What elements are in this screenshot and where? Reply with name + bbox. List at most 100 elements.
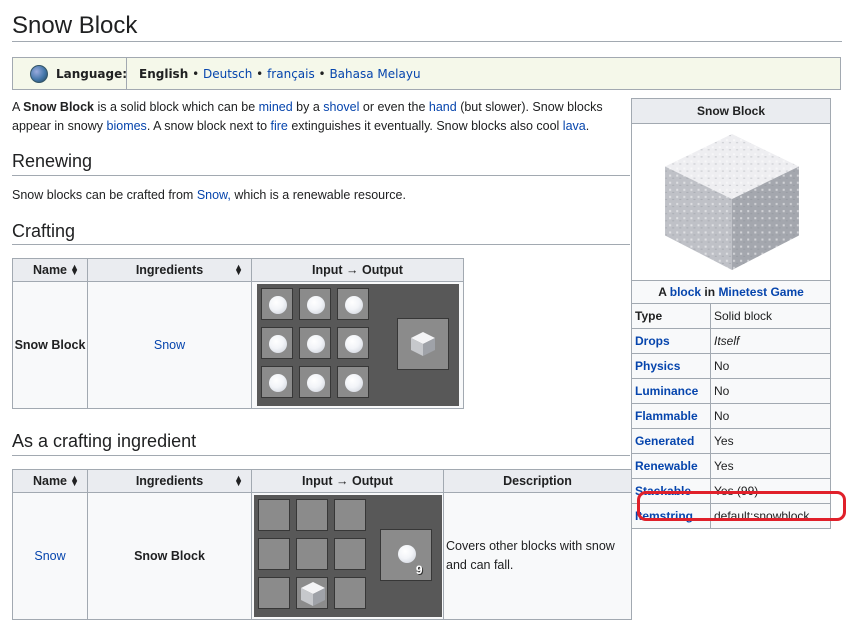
infobox-value: Solid block — [714, 309, 773, 323]
infobox-key-link[interactable]: Generated — [632, 429, 711, 453]
link-block[interactable]: block — [670, 285, 701, 299]
grid-slot — [336, 288, 369, 320]
table-header-row: Name ▲ ▼ Ingredients ▲ ▼ Input → Output — [12, 258, 464, 282]
table-header-row: Name ▲ ▼ Ingredients ▲ ▼ Input → Output Desc… — [12, 469, 632, 493]
column-header-name[interactable]: Name ▲ ▼ — [12, 469, 88, 493]
item-name-cell: Snow — [12, 492, 88, 620]
infobox-row-drops: Drops Itself — [632, 329, 830, 354]
snowball-icon — [306, 296, 325, 314]
link-shovel[interactable]: shovel — [323, 100, 359, 114]
snowball-icon — [306, 374, 325, 392]
item-ingredient: Snow Block — [87, 492, 252, 620]
link-lava[interactable]: lava — [563, 119, 586, 133]
infobox-row-generated: Generated Yes — [632, 429, 830, 454]
sort-icon[interactable]: ▲ ▼ — [70, 263, 79, 277]
ingredient-divider — [12, 455, 630, 456]
grid-slot — [298, 366, 331, 398]
infobox-key-link[interactable]: Luminance — [632, 379, 711, 403]
snowball-icon — [306, 335, 325, 353]
snow-block-image — [665, 134, 799, 270]
heading-renewing: Renewing — [12, 151, 93, 171]
grid-slot — [333, 538, 366, 570]
sort-icon[interactable]: ▲ ▼ — [70, 474, 79, 488]
title-divider — [12, 41, 842, 42]
item-description: Covers other blocks with snow and can fa… — [443, 492, 632, 620]
table-row: Snow Block Snow — [12, 281, 464, 409]
crafting-divider — [12, 244, 630, 245]
grid-slot — [336, 327, 369, 359]
infobox-key: Type — [632, 304, 711, 328]
snowball-icon — [344, 335, 363, 353]
ingredient-link-snow[interactable]: Snow — [154, 338, 185, 352]
column-header-ingredients[interactable]: Ingredients ▲ ▼ — [87, 258, 252, 282]
ingredient-table: Name ▲ ▼ Ingredients ▲ ▼ Input → Output Desc… — [12, 469, 632, 620]
infobox-key-link[interactable]: Renewable — [632, 454, 711, 478]
grid-slot — [257, 577, 290, 609]
intro-paragraph: A Snow Block is a solid block which can … — [12, 100, 603, 133]
snowball-icon — [344, 296, 363, 314]
column-header-ingredients[interactable]: Ingredients ▲ ▼ — [87, 469, 252, 493]
link-fire[interactable]: fire — [271, 119, 288, 133]
grid-slot — [295, 538, 328, 570]
link-hand[interactable]: hand — [429, 100, 457, 114]
grid-slot — [295, 577, 328, 609]
itemstring-highlight — [637, 491, 846, 521]
grid-slot — [295, 499, 328, 531]
link-biomes[interactable]: biomes — [107, 119, 147, 133]
infobox-key-link[interactable]: Flammable — [632, 404, 711, 428]
column-header-input-output: Input → Output — [251, 469, 444, 493]
snowball-icon — [268, 335, 287, 353]
language-current: English — [139, 66, 189, 81]
language-link-malay[interactable]: Bahasa Melayu — [329, 67, 420, 81]
infobox-row-flammable: Flammable No — [632, 404, 830, 429]
infobox-value: No — [714, 409, 730, 423]
infobox-caption: A block in Minetest Game — [632, 281, 830, 304]
language-list: English • Deutsch • français • Bahasa Me… — [139, 66, 421, 81]
globe-icon — [30, 64, 48, 83]
grid-slot — [298, 288, 331, 320]
grid-slot — [260, 288, 293, 320]
output-count: 9 — [415, 563, 423, 577]
infobox-row-type: Type Solid block — [632, 304, 830, 329]
heading-crafting-ingredient: As a crafting ingredient — [12, 431, 197, 451]
snowball-icon — [268, 296, 287, 314]
link-snow[interactable]: Snow, — [197, 188, 231, 202]
grid-slot — [336, 366, 369, 398]
column-header-description: Description — [443, 469, 632, 493]
sort-icon[interactable]: ▲ ▼ — [234, 263, 243, 277]
sort-icon[interactable]: ▲ ▼ — [234, 474, 243, 488]
link-minetest-game[interactable]: Minetest Game — [718, 285, 803, 299]
infobox-row-physics: Physics No — [632, 354, 830, 379]
column-header-name[interactable]: Name ▲ ▼ — [12, 258, 88, 282]
crafting-table: Name ▲ ▼ Ingredients ▲ ▼ Input → Output Snow… — [12, 258, 464, 409]
infobox-key-link[interactable]: Drops — [632, 329, 711, 353]
language-link-francais[interactable]: français — [267, 67, 315, 81]
infobox-value: No — [714, 384, 730, 398]
infobox-image — [632, 124, 830, 281]
output-slot — [396, 318, 449, 370]
infobox-value: No — [714, 359, 730, 373]
grid-slot — [257, 499, 290, 531]
infobox-key-link[interactable]: Physics — [632, 354, 711, 378]
infobox: Snow Block A block in Minetest Game Type… — [631, 98, 831, 529]
grid-slot — [333, 499, 366, 531]
item-link-snow[interactable]: Snow — [34, 549, 65, 563]
snowball-icon — [397, 545, 416, 563]
grid-slot — [260, 366, 293, 398]
grid-slot — [298, 327, 331, 359]
snowball-icon — [344, 374, 363, 392]
language-link-deutsch[interactable]: Deutsch — [203, 67, 252, 81]
column-header-input-output: Input → Output — [251, 258, 464, 282]
infobox-value: Yes — [714, 459, 734, 473]
page-title: Snow Block — [12, 12, 138, 39]
heading-crafting: Crafting — [12, 221, 76, 241]
snow-block-icon — [300, 582, 325, 606]
snowball-icon — [268, 374, 287, 392]
renewing-divider — [12, 175, 630, 176]
infobox-row-luminance: Luminance No — [632, 379, 830, 404]
output-slot: 9 — [379, 529, 432, 581]
link-mined[interactable]: mined — [259, 100, 293, 114]
recipe-name: Snow Block — [12, 281, 88, 409]
language-divider — [126, 58, 127, 89]
recipe-grid-cell — [251, 281, 464, 409]
